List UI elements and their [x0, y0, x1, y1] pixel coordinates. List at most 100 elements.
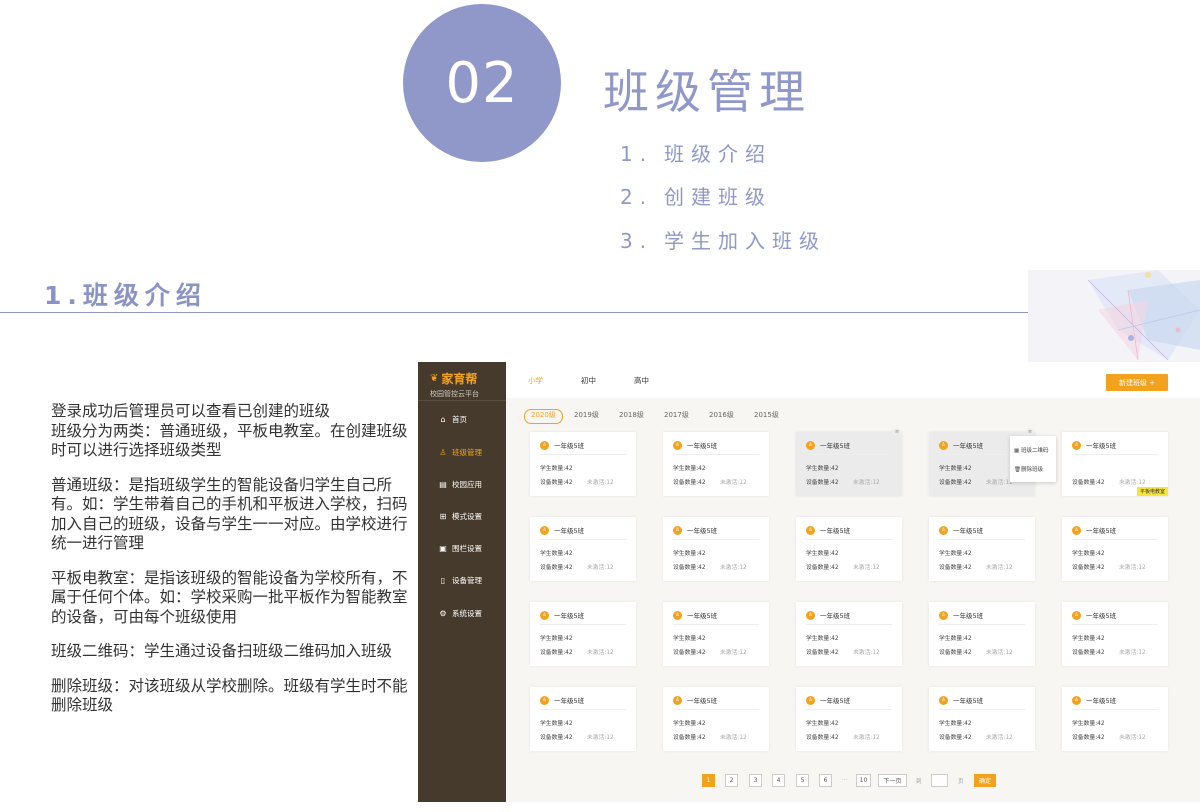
year-tab-2[interactable]: 2018级 — [619, 409, 644, 422]
class-card[interactable]: ♙ 一年级5班 学生数量:42 设备数量:42 未激活:12 — [530, 602, 636, 666]
class-name: 一年级5班 — [554, 527, 585, 535]
class-icon: ♙ — [806, 440, 815, 450]
student-count: 学生数量:42 — [673, 466, 706, 472]
class-card[interactable]: ♙ 一年级5班 学生数量:42 设备数量:42 未激活:12 — [929, 602, 1035, 666]
class-card-title: ♙ 一年级5班 — [1072, 440, 1116, 450]
device-count: 设备数量:42 — [939, 735, 972, 741]
sidebar-item-1[interactable]: ♙ 班级管理 — [418, 441, 506, 463]
card-divider — [1072, 539, 1158, 540]
class-card[interactable]: ♙ 一年级5班 学生数量:42 设备数量:42 未激活:12 — [796, 517, 902, 581]
class-card[interactable]: ♙ 一年级5班 学生数量:42 设备数量:42 未激活:12 ≡ — [796, 428, 902, 496]
class-card[interactable]: ♙ 一年级5班 学生数量:42 设备数量:42 未激活:12 — [530, 432, 636, 496]
student-count: 学生数量:42 — [1072, 636, 1105, 642]
class-card[interactable]: ♙ 一年级5班 学生数量:42 设备数量:42 未激活:12 — [663, 517, 769, 581]
student-count: 学生数量:42 — [939, 466, 972, 472]
inactive-count: 未激活:12 — [853, 735, 880, 741]
student-count: 学生数量:42 — [939, 636, 972, 642]
class-name: 一年级5班 — [554, 442, 585, 450]
inactive-count: 未激活:12 — [720, 565, 747, 571]
class-card[interactable]: ♙ 一年级5班 学生数量:42 设备数量:42 未激活:12 — [1062, 517, 1168, 581]
card-menu-icon[interactable]: ≡ — [893, 428, 901, 436]
class-card-title: ♙ 一年级5班 — [673, 440, 717, 450]
tab-senior[interactable]: 高中 — [634, 375, 649, 386]
brand-name: 家育帮 — [441, 372, 478, 386]
page-button-1[interactable]: 1 — [702, 774, 715, 787]
class-card[interactable]: ♙ 一年级5班 学生数量:42 设备数量:42 未激活:12 — [1062, 602, 1168, 666]
sidebar-item-5[interactable]: ▯ 设备管理 — [418, 569, 506, 591]
card-divider — [673, 539, 759, 540]
class-card[interactable]: ♙ 一年级5班 学生数量:42 设备数量:42 未激活:12 — [530, 687, 636, 751]
year-tab-5[interactable]: 2015级 — [754, 409, 779, 422]
device-count: 设备数量:42 — [673, 565, 706, 571]
app-screenshot: ❦ 家育帮 校园管控云平台 ⌂ 首页 ♙ 班级管理 ▤ 校园应用 ⊞ 模式设置 ▣ 围栏设置 ▯ 设备… — [418, 362, 1200, 802]
goto-confirm-button[interactable]: 确定 — [974, 774, 996, 787]
new-class-button[interactable]: 新建班级 + — [1106, 374, 1168, 391]
class-card[interactable]: ♙ 一年级5班 设备数量:42 未激活:12 平板电教室 — [1062, 432, 1168, 496]
student-count: 学生数量:42 — [806, 636, 839, 642]
device-count: 设备数量:42 — [540, 735, 573, 741]
desc-paragraph-4: 班级二维码：学生通过设备扫班级二维码加入班级 — [51, 642, 393, 660]
year-tab-4[interactable]: 2016级 — [709, 409, 734, 422]
inactive-count: 未激活:12 — [853, 565, 880, 571]
sidebar-item-label: 班级管理 — [452, 447, 482, 457]
page-button-2[interactable]: 2 — [725, 774, 738, 787]
class-card-title: ♙ 一年级5班 — [540, 610, 584, 620]
tab-junior[interactable]: 初中 — [581, 375, 596, 386]
sidebar-item-label: 系统设置 — [452, 608, 482, 618]
class-card[interactable]: ♙ 一年级5班 学生数量:42 设备数量:42 未激活:12 — [663, 602, 769, 666]
inactive-count: 未激活:12 — [587, 565, 614, 571]
page-button-3[interactable]: 3 — [749, 774, 762, 787]
class-card-title: ♙ 一年级5班 — [806, 610, 850, 620]
class-card[interactable]: ♙ 一年级5班 学生数量:42 设备数量:42 未激活:12 — [929, 517, 1035, 581]
sidebar-item-4[interactable]: ▣ 围栏设置 — [418, 537, 506, 559]
sidebar-item-0[interactable]: ⌂ 首页 — [418, 408, 506, 430]
class-card[interactable]: ♙ 一年级5班 学生数量:42 设备数量:42 未激活:12 — [1062, 687, 1168, 751]
page-button-5[interactable]: 5 — [796, 774, 809, 787]
class-icon: ♙ — [806, 610, 815, 620]
student-count: 学生数量:42 — [540, 466, 573, 472]
page-button-last[interactable]: 10 — [856, 774, 871, 787]
class-card[interactable]: ♙ 一年级5班 学生数量:42 设备数量:42 未激活:12 — [663, 687, 769, 751]
inactive-count: 未激活:12 — [587, 480, 614, 486]
card-divider — [806, 539, 892, 540]
desc-paragraph-2: 普通班级：是指班级学生的智能设备归学生自己所有。如：学生带着自己的手机和平板进入… — [51, 475, 408, 553]
device-count: 设备数量:42 — [939, 650, 972, 656]
goto-page-input[interactable] — [931, 774, 948, 787]
class-card[interactable]: ♙ 一年级5班 学生数量:42 设备数量:42 未激活:12 — [663, 432, 769, 496]
student-count: 学生数量:42 — [540, 721, 573, 727]
device-count: 设备数量:42 — [540, 480, 573, 486]
device-count: 设备数量:42 — [540, 565, 573, 571]
section-divider — [0, 312, 1028, 313]
class-card-title: ♙ 一年级5班 — [673, 525, 717, 535]
card-menu-icon[interactable]: ≡ — [1026, 428, 1034, 436]
class-name: 一年级5班 — [1086, 527, 1117, 535]
student-count: 学生数量:42 — [806, 466, 839, 472]
year-tab-3[interactable]: 2017级 — [664, 409, 689, 422]
popup-qr-item[interactable]: ▦ 班级二维码 — [1014, 446, 1048, 454]
sidebar-item-2[interactable]: ▤ 校园应用 — [418, 473, 506, 495]
year-tab-0[interactable]: 2020级 — [524, 409, 563, 424]
page-button-4[interactable]: 4 — [772, 774, 785, 787]
inactive-count: 未激活:12 — [1119, 480, 1146, 486]
device-count: 设备数量:42 — [806, 650, 839, 656]
goto-prefix: 到 — [916, 779, 922, 785]
class-card[interactable]: ♙ 一年级5班 学生数量:42 设备数量:42 未激活:12 — [929, 687, 1035, 751]
page-button-6[interactable]: 6 — [819, 774, 832, 787]
class-icon: ♙ — [806, 695, 815, 705]
inactive-count: 未激活:12 — [587, 735, 614, 741]
student-count: 学生数量:42 — [939, 551, 972, 557]
sidebar-item-6[interactable]: ⚙ 系统设置 — [418, 602, 506, 624]
year-tab-1[interactable]: 2019级 — [574, 409, 599, 422]
class-card[interactable]: ♙ 一年级5班 学生数量:42 设备数量:42 未激活:12 — [530, 517, 636, 581]
brand: ❦ 家育帮 校园管控云平台 — [430, 370, 479, 399]
class-card[interactable]: ♙ 一年级5班 学生数量:42 设备数量:42 未激活:12 — [796, 602, 902, 666]
next-page-button[interactable]: 下一页 — [878, 774, 907, 787]
class-action-popup: ▦ 班级二维码 🗑删除班级 — [1010, 436, 1056, 482]
decorative-polygon-graphic — [1028, 270, 1200, 370]
class-card[interactable]: ♙ 一年级5班 学生数量:42 设备数量:42 未激活:12 — [796, 687, 902, 751]
tab-primary[interactable]: 小学 — [528, 375, 543, 386]
device-count: 设备数量:42 — [673, 735, 706, 741]
inactive-count: 未激活:12 — [986, 565, 1013, 571]
sidebar-item-3[interactable]: ⊞ 模式设置 — [418, 505, 506, 527]
popup-delete-item[interactable]: 🗑删除班级 — [1014, 465, 1043, 473]
